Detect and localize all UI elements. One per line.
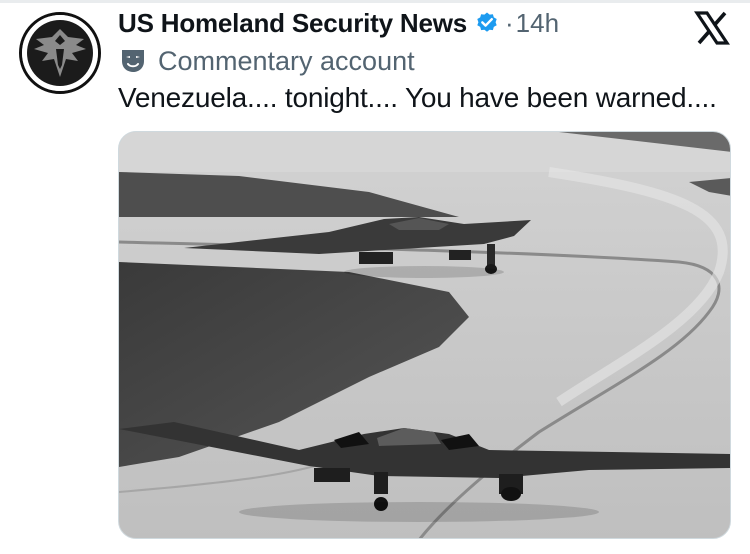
top-divider <box>0 0 750 3</box>
tweet-time[interactable]: 14h <box>516 8 559 39</box>
time-separator: · <box>505 7 514 38</box>
bomber-photo <box>119 132 730 538</box>
author-name[interactable]: US Homeland Security News <box>118 8 467 39</box>
avatar[interactable] <box>19 12 101 94</box>
verified-badge-icon <box>475 11 499 35</box>
tweet-text: Venezuela.... tonight.... You have been … <box>118 82 717 113</box>
tweet-photo[interactable] <box>118 131 731 539</box>
account-label-row: Commentary account <box>120 44 415 78</box>
account-label[interactable]: Commentary account <box>158 46 415 77</box>
author-row: US Homeland Security News · 14h <box>118 4 559 42</box>
x-logo-icon[interactable] <box>694 10 730 46</box>
theater-mask-icon <box>120 48 146 74</box>
eagle-shield-logo <box>22 15 98 91</box>
